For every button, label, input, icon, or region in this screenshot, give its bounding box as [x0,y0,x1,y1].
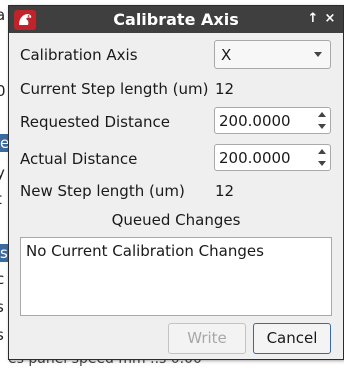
background-app-bottom: es panel speed mm ..s 0.00 [0,359,344,369]
bg-fragment: a [0,6,6,24]
queued-changes-title: Queued Changes [111,211,241,229]
bg-fragment: y [0,164,5,182]
spin-up-icon[interactable] [317,146,327,157]
bg-fragment: t [0,190,2,208]
requested-distance-value: 200.0000 [219,112,291,130]
new-step-label: New Step length (um) [20,182,185,200]
write-button[interactable]: Write [168,323,246,354]
calibrate-axis-dialog: Calibrate Axis ↑ × Calibration Axis X Cu… [8,5,344,360]
bg-bottom-text: es panel speed mm ..s 0.00 [8,359,202,367]
close-icon[interactable]: × [322,10,338,28]
pin-icon[interactable]: ↑ [305,10,321,28]
screen: a 0 e y t s c s s es panel speed mm ..s … [0,0,344,369]
queued-changes-list[interactable]: No Current Calibration Changes [20,237,332,316]
calibration-axis-selected-value: X [221,46,232,64]
queued-changes-message: No Current Calibration Changes [26,242,264,260]
title-bar[interactable]: Calibrate Axis ↑ × [9,6,343,33]
requested-distance-spinbox[interactable]: 200.0000 [214,107,331,134]
actual-distance-spinbox[interactable]: 200.0000 [214,144,331,171]
bg-fragment: 0 [0,82,6,100]
spin-down-icon[interactable] [317,158,327,169]
bg-fragment: c [0,270,5,288]
window-title: Calibrate Axis [113,10,239,29]
calibration-axis-select[interactable]: X [214,40,331,69]
bg-fragment: s [0,326,4,344]
chevron-down-icon [314,52,322,57]
actual-distance-value: 200.0000 [219,149,291,167]
new-step-value: 12 [215,182,235,200]
calibration-axis-label: Calibration Axis [20,46,138,64]
requested-distance-label: Requested Distance [20,113,171,131]
spin-up-icon[interactable] [317,109,327,120]
current-step-label: Current Step length (um) [20,80,209,98]
current-step-value: 12 [215,80,235,98]
bg-fragment: s [0,298,4,316]
cancel-button[interactable]: Cancel [253,323,331,354]
spin-down-icon[interactable] [317,121,327,132]
actual-distance-label: Actual Distance [20,150,138,168]
